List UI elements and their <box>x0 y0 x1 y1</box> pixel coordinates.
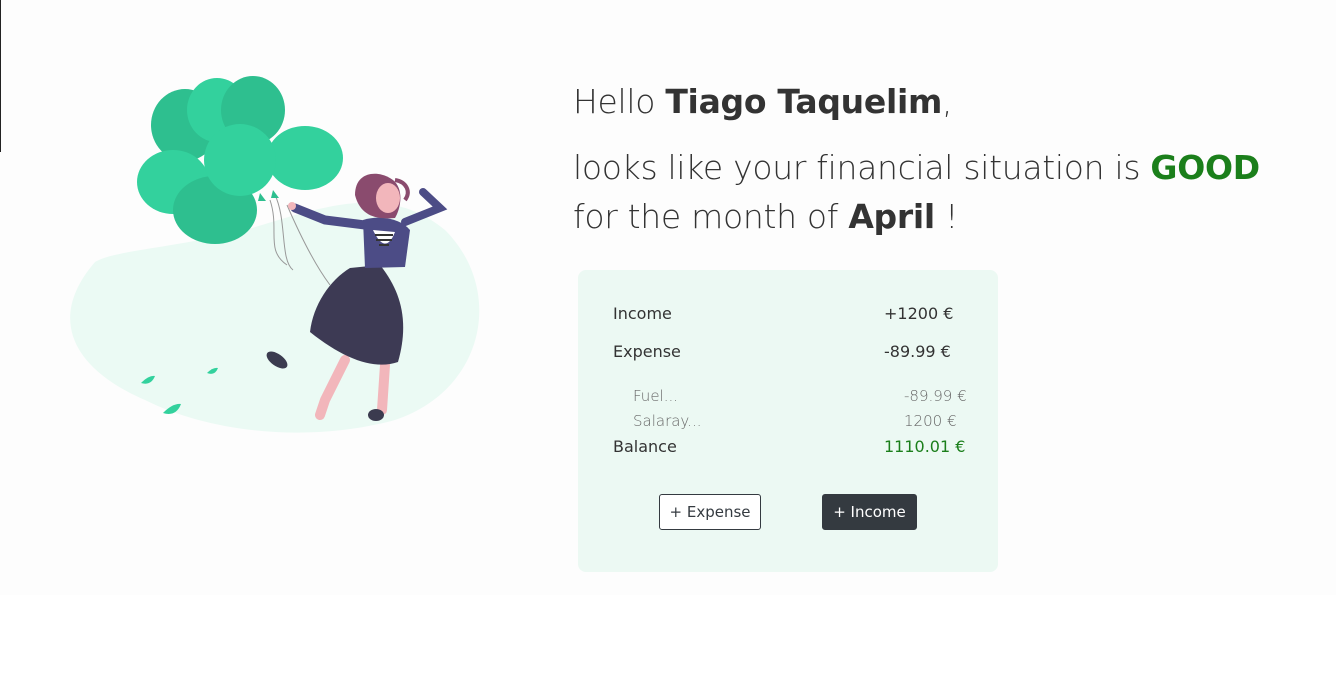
item-label: Fuel... <box>633 387 679 405</box>
expense-label: Expense <box>613 342 681 361</box>
greeting-heading: Hello Tiago Taquelim, <box>573 78 1293 126</box>
window-edge <box>0 0 1 152</box>
item-label: Salaray... <box>633 412 702 430</box>
woman-with-balloons-illustration <box>70 76 480 433</box>
add-expense-button[interactable]: + Expense <box>659 494 761 530</box>
user-name: Tiago Taquelim <box>665 82 943 121</box>
status-badge: GOOD <box>1150 148 1260 187</box>
balance-label: Balance <box>613 437 677 456</box>
financial-situation-text: looks like your financial situation is G… <box>573 143 1313 241</box>
balance-value: 1110.01 € <box>884 437 966 456</box>
income-value: +1200 € <box>884 304 954 323</box>
item-value: 1200 € <box>904 412 957 430</box>
hello-text: Hello <box>573 82 666 121</box>
expense-value: -89.99 € <box>884 342 951 361</box>
situation-prefix: looks like your financial situation is <box>573 148 1151 187</box>
add-income-button[interactable]: + Income <box>822 494 917 530</box>
greeting-comma: , <box>942 82 953 121</box>
situation-suffix: ! <box>934 197 958 236</box>
income-label: Income <box>613 304 672 323</box>
item-value: -89.99 € <box>904 387 967 405</box>
month-name: April <box>848 197 935 236</box>
month-prefix: for the month of <box>573 197 849 236</box>
summary-card: Income +1200 € Expense -89.99 € Fuel... … <box>578 270 998 572</box>
